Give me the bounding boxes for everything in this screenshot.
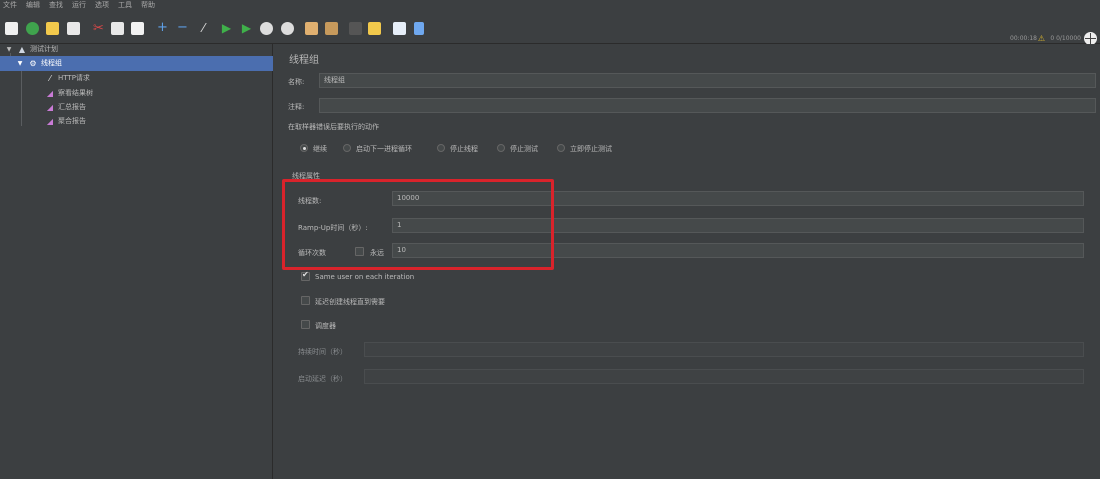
- menu-file[interactable]: 文件: [3, 0, 17, 11]
- same-user-label: Same user on each iteration: [315, 273, 415, 281]
- radio-stop-test-now[interactable]: [557, 144, 565, 152]
- tree-item-label: 汇总报告: [58, 103, 86, 111]
- expand-icon[interactable]: +: [156, 21, 169, 35]
- search-icon[interactable]: [349, 22, 362, 35]
- copy-icon[interactable]: [111, 22, 124, 35]
- expand-arrow-icon[interactable]: ▼: [4, 46, 14, 53]
- open-icon[interactable]: [46, 22, 59, 35]
- toolbar: ✂ + − ⁄ ▶ ▶ 00:00:18 ⚠ 0 0/10000: [0, 11, 1100, 45]
- highlight-box: [282, 179, 554, 270]
- menu-help[interactable]: 帮助: [141, 0, 155, 11]
- error-action-label: 在取样器错误后要执行的动作: [288, 123, 379, 131]
- expand-arrow-icon[interactable]: ▼: [15, 60, 25, 67]
- tree-item-results-tree[interactable]: ◢ 察看结果树: [45, 86, 93, 100]
- start-no-pauses-icon[interactable]: ▶: [240, 22, 253, 35]
- listener-icon: ◢: [46, 88, 54, 98]
- tree-item-aggregate-report[interactable]: ◢ 聚合报告: [45, 114, 86, 128]
- radio-start-next-loop[interactable]: [343, 144, 351, 152]
- tree-item-label: 线程组: [41, 59, 62, 67]
- scheduler-checkbox[interactable]: [301, 320, 310, 329]
- new-icon[interactable]: [5, 22, 18, 35]
- radio-stop-thread[interactable]: [437, 144, 445, 152]
- tree-item-label: 测试计划: [30, 45, 58, 53]
- paste-icon[interactable]: [131, 22, 144, 35]
- startup-delay-field[interactable]: [364, 369, 1084, 384]
- panel-title: 线程组: [289, 55, 319, 66]
- save-icon[interactable]: [67, 22, 80, 35]
- tree-item-label: 察看结果树: [58, 89, 93, 97]
- name-field[interactable]: 线程组: [319, 73, 1096, 88]
- radio-label-stop-test-now: 立即停止测试: [570, 145, 612, 153]
- help-icon[interactable]: [414, 22, 424, 35]
- tree-item-thread-group[interactable]: ▼ ⚙ 线程组: [15, 56, 62, 70]
- start-icon[interactable]: ▶: [220, 22, 233, 35]
- tree-item-label: 聚合报告: [58, 117, 86, 125]
- scheduler-label: 调度器: [315, 322, 336, 330]
- thread-counter: 0 0/10000: [1050, 35, 1081, 42]
- cut-icon[interactable]: ✂: [92, 22, 105, 35]
- clear-icon[interactable]: [305, 22, 318, 35]
- clear-all-icon[interactable]: [325, 22, 338, 35]
- radio-stop-test[interactable]: [497, 144, 505, 152]
- menu-tools[interactable]: 工具: [118, 0, 132, 11]
- menu-run[interactable]: 运行: [72, 0, 86, 11]
- menu-options[interactable]: 选项: [95, 0, 109, 11]
- tree-item-label: HTTP请求: [58, 74, 90, 82]
- templates-icon[interactable]: [26, 22, 39, 35]
- function-helper-icon[interactable]: [393, 22, 406, 35]
- tree-item-http-request[interactable]: ⁄ HTTP请求: [45, 71, 90, 85]
- comment-field[interactable]: [319, 98, 1096, 113]
- name-label: 名称:: [288, 78, 305, 86]
- menu-bar: 文件 编辑 查找 运行 选项 工具 帮助: [0, 0, 1100, 11]
- tree-item-test-plan[interactable]: ▼ ▲ 测试计划: [4, 42, 58, 56]
- delay-thread-creation-checkbox[interactable]: [301, 296, 310, 305]
- tree-connector: [21, 71, 22, 126]
- test-plan-tree: ▼ ▲ 测试计划 ▼ ⚙ 线程组 ⁄ HTTP请求 ◢ 察看结果树 ◢ 汇总报告…: [0, 44, 273, 479]
- warning-icon[interactable]: ⚠: [1038, 34, 1045, 43]
- radio-label-stop-thread: 停止线程: [450, 145, 478, 153]
- listener-icon: ◢: [46, 116, 54, 126]
- test-plan-icon: ▲: [18, 44, 26, 54]
- collapse-icon[interactable]: −: [176, 21, 189, 35]
- tree-item-summary-report[interactable]: ◢ 汇总报告: [45, 100, 86, 114]
- radio-label-start-next-loop: 启动下一进程循环: [356, 145, 412, 153]
- startup-delay-label: 启动延迟（秒）: [298, 375, 347, 383]
- toggle-icon[interactable]: ⁄: [197, 22, 210, 35]
- radio-continue[interactable]: [300, 144, 308, 152]
- stop-icon[interactable]: [260, 22, 273, 35]
- menu-search[interactable]: 查找: [49, 0, 63, 11]
- listener-icon: ◢: [46, 102, 54, 112]
- shutdown-icon[interactable]: [281, 22, 294, 35]
- reset-search-icon[interactable]: [368, 22, 381, 35]
- delay-thread-creation-label: 延迟创建线程直到需要: [315, 298, 385, 306]
- duration-label: 持续时间（秒）: [298, 348, 347, 356]
- same-user-checkbox[interactable]: [301, 270, 310, 281]
- menu-edit[interactable]: 编辑: [26, 0, 40, 11]
- sampler-icon: ⁄: [49, 73, 51, 83]
- radio-label-continue: 继续: [313, 145, 327, 153]
- thread-group-panel: 线程组 名称: 线程组 注释: 在取样器错误后要执行的动作 继续 启动下一进程循…: [274, 44, 1100, 479]
- comment-label: 注释:: [288, 103, 305, 111]
- thread-group-icon: ⚙: [29, 58, 37, 68]
- duration-field[interactable]: [364, 342, 1084, 357]
- elapsed-time: 00:00:18: [1010, 35, 1037, 42]
- radio-label-stop-test: 停止测试: [510, 145, 538, 153]
